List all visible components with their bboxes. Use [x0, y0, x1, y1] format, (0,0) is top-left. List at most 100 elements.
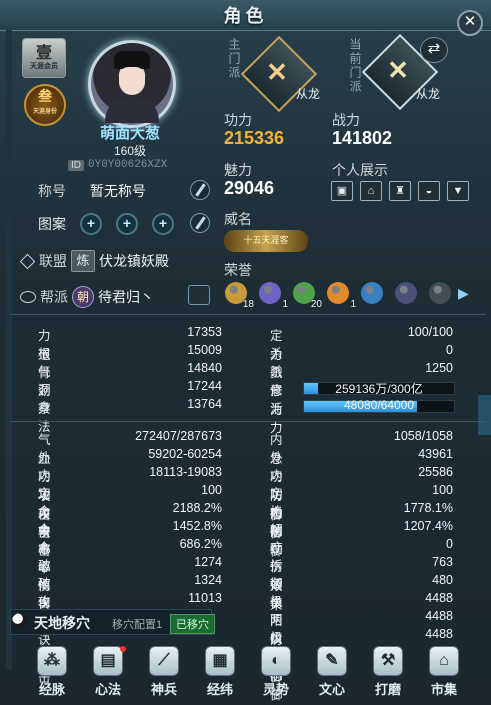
honor-count: 1 — [350, 299, 356, 310]
meridian-icon: ⁂ — [37, 646, 67, 676]
sword-honor-icon[interactable]: 18 — [222, 281, 254, 310]
rank-honor-icon[interactable] — [358, 281, 386, 307]
bottom-button-2[interactable]: ⟋ 神兵 — [140, 646, 188, 698]
edit-pattern-icon[interactable] — [190, 213, 210, 233]
attr-value: 17244 — [187, 379, 222, 393]
bottom-button-7[interactable]: ⌂ 市集 — [420, 646, 468, 698]
weapon-icon: ⟋ — [149, 646, 179, 676]
zhanli-value: 141802 — [332, 128, 393, 148]
armor-icon[interactable]: ▼ — [447, 181, 469, 201]
bottom-button-label: 神兵 — [150, 683, 177, 698]
weiming-label: 威名 — [224, 211, 252, 227]
title-row: 称号 暂无称号 — [38, 181, 146, 201]
attr-value: 0 — [446, 537, 453, 551]
character-level: 160级 — [113, 144, 147, 158]
honor-glyph — [327, 282, 349, 304]
identity-medal-icon[interactable]: 叁 天涯身份 — [24, 84, 66, 126]
boat-icon[interactable]: ◒ — [418, 181, 440, 201]
bottom-button-1[interactable]: ▤ 心法 — [84, 646, 132, 698]
attr-value: 18113-19083 — [149, 465, 222, 479]
bottom-button-4[interactable]: ◐ 灵势 — [252, 646, 300, 698]
showcase-icons: ▣ ⌂ ♜ ◒ ▼ — [331, 181, 469, 201]
avatar[interactable] — [88, 40, 176, 128]
attr-value: 1058/1058 — [393, 429, 453, 443]
title-value: 暂无称号 — [89, 183, 146, 199]
guild-value: 待君归丶 — [98, 289, 154, 305]
window-title: 角色 — [223, 6, 268, 27]
honor-glyph — [259, 282, 281, 304]
moon-honor-icon[interactable] — [392, 281, 420, 307]
swap-school-icon[interactable]: ⇄ — [420, 37, 448, 63]
pattern-label: 图案 — [38, 216, 66, 232]
attr-value: 17353 — [187, 325, 222, 339]
avatar-face — [119, 67, 145, 95]
identity-medal-sub: 天涯身份 — [32, 108, 57, 115]
bottom-toolbar: ⁂ 经脉 ▤ 心法 ⟋ 神兵 ▦ 经纬 ◐ 灵势 ✎ 文心 ⚒ 打磨 ⌂ 市集 — [0, 640, 491, 705]
attr-value: 100/100 — [407, 325, 453, 339]
guild-eye-icon — [20, 291, 36, 303]
id-value[interactable]: 0Y0Y00626XZX — [88, 159, 167, 171]
attr-value: 11013 — [188, 591, 222, 605]
close-icon[interactable]: ✕ — [457, 10, 483, 36]
guild-action-icon[interactable] — [188, 285, 210, 305]
huoli-text: 48080/64000 — [343, 398, 415, 412]
main-school-name: 从龙 — [296, 87, 321, 101]
rongyu-label: 荣誉 — [224, 262, 252, 278]
guild-label: 帮派 — [40, 289, 68, 305]
member-medal-char: 壹 — [35, 43, 52, 62]
add-pattern-2-icon[interactable]: + — [116, 213, 138, 235]
id-card-icon[interactable]: ▣ — [331, 181, 353, 201]
alliance-label: 联盟 — [39, 253, 67, 269]
member-medal-sub: 天涯会员 — [30, 61, 58, 70]
current-school-glyph: ✕ — [387, 55, 409, 85]
master-honor-icon[interactable]: 1 — [324, 281, 356, 310]
attr-value: 4488 — [425, 591, 453, 605]
current-school-name: 从龙 — [416, 87, 441, 101]
guild-badge-icon: 朝 — [72, 286, 94, 308]
huoli-bar: 48080/64000 — [303, 398, 455, 413]
bottom-button-3[interactable]: ▦ 经纬 — [196, 646, 244, 698]
gongli-value: 215336 — [224, 128, 285, 148]
honor-glyph — [429, 282, 451, 304]
attr-value: 1452.8% — [172, 519, 222, 533]
attr-value: 763 — [432, 555, 453, 569]
add-pattern-1-icon[interactable]: + — [80, 213, 102, 235]
add-pattern-3-icon[interactable]: + — [152, 213, 174, 235]
left-rail — [6, 30, 12, 670]
bottom-button-0[interactable]: ⁂ 经脉 — [28, 646, 76, 698]
xiuwei-text: 259136万/300亿 — [335, 382, 423, 396]
honor-count: 1 — [282, 299, 288, 310]
bottom-button-label: 打磨 — [374, 683, 401, 698]
attr-value: 13764 — [187, 397, 222, 411]
bottom-button-5[interactable]: ✎ 文心 — [308, 646, 356, 698]
attr-value: 14840 — [187, 361, 222, 375]
house-icon[interactable]: ⌂ — [360, 181, 382, 201]
member-medal-icon[interactable]: 壹 天涯会员 — [22, 38, 66, 78]
honor-glyph — [395, 282, 417, 304]
ring-honor-icon[interactable]: 1 — [256, 281, 288, 310]
cert-honor-icon[interactable]: 20 — [290, 281, 322, 310]
move-acupoint-config[interactable]: 移穴配置1 — [112, 616, 162, 632]
bottom-button-label: 灵势 — [262, 683, 289, 698]
id-row: ID 0Y0Y00626XZX — [68, 158, 167, 172]
book-icon: ▤ — [93, 646, 123, 676]
divider-1 — [10, 314, 486, 315]
alliance-value: 伏龙镇妖殿 — [99, 253, 169, 269]
edit-title-icon[interactable] — [190, 180, 210, 200]
bottom-button-label: 市集 — [430, 683, 457, 698]
brush-icon: ✎ — [317, 646, 347, 676]
castle-icon[interactable]: ♜ — [389, 181, 411, 201]
notification-dot — [120, 646, 126, 652]
weiming-badge[interactable]: 十五天涯客 — [224, 230, 308, 252]
honor-next-icon[interactable]: ▶ — [458, 285, 472, 305]
showcase-label: 个人展示 — [332, 162, 388, 178]
attr-value: 480 — [432, 573, 453, 587]
zhanli-label: 战力 — [332, 112, 360, 128]
mask-honor-icon[interactable] — [426, 281, 454, 307]
honor-glyph — [361, 282, 383, 304]
attr-value: 686.2% — [179, 537, 222, 551]
guild-row[interactable]: 帮派 朝 待君归丶 — [20, 286, 154, 308]
bottom-button-6[interactable]: ⚒ 打磨 — [364, 646, 412, 698]
alliance-row[interactable]: 联盟 炼 伏龙镇妖殿 — [19, 250, 169, 272]
character-panel: 角色 ✕ 壹 天涯会员 叁 天涯身份 萌面大葱 160级 ID 0Y0Y0062… — [0, 0, 491, 705]
